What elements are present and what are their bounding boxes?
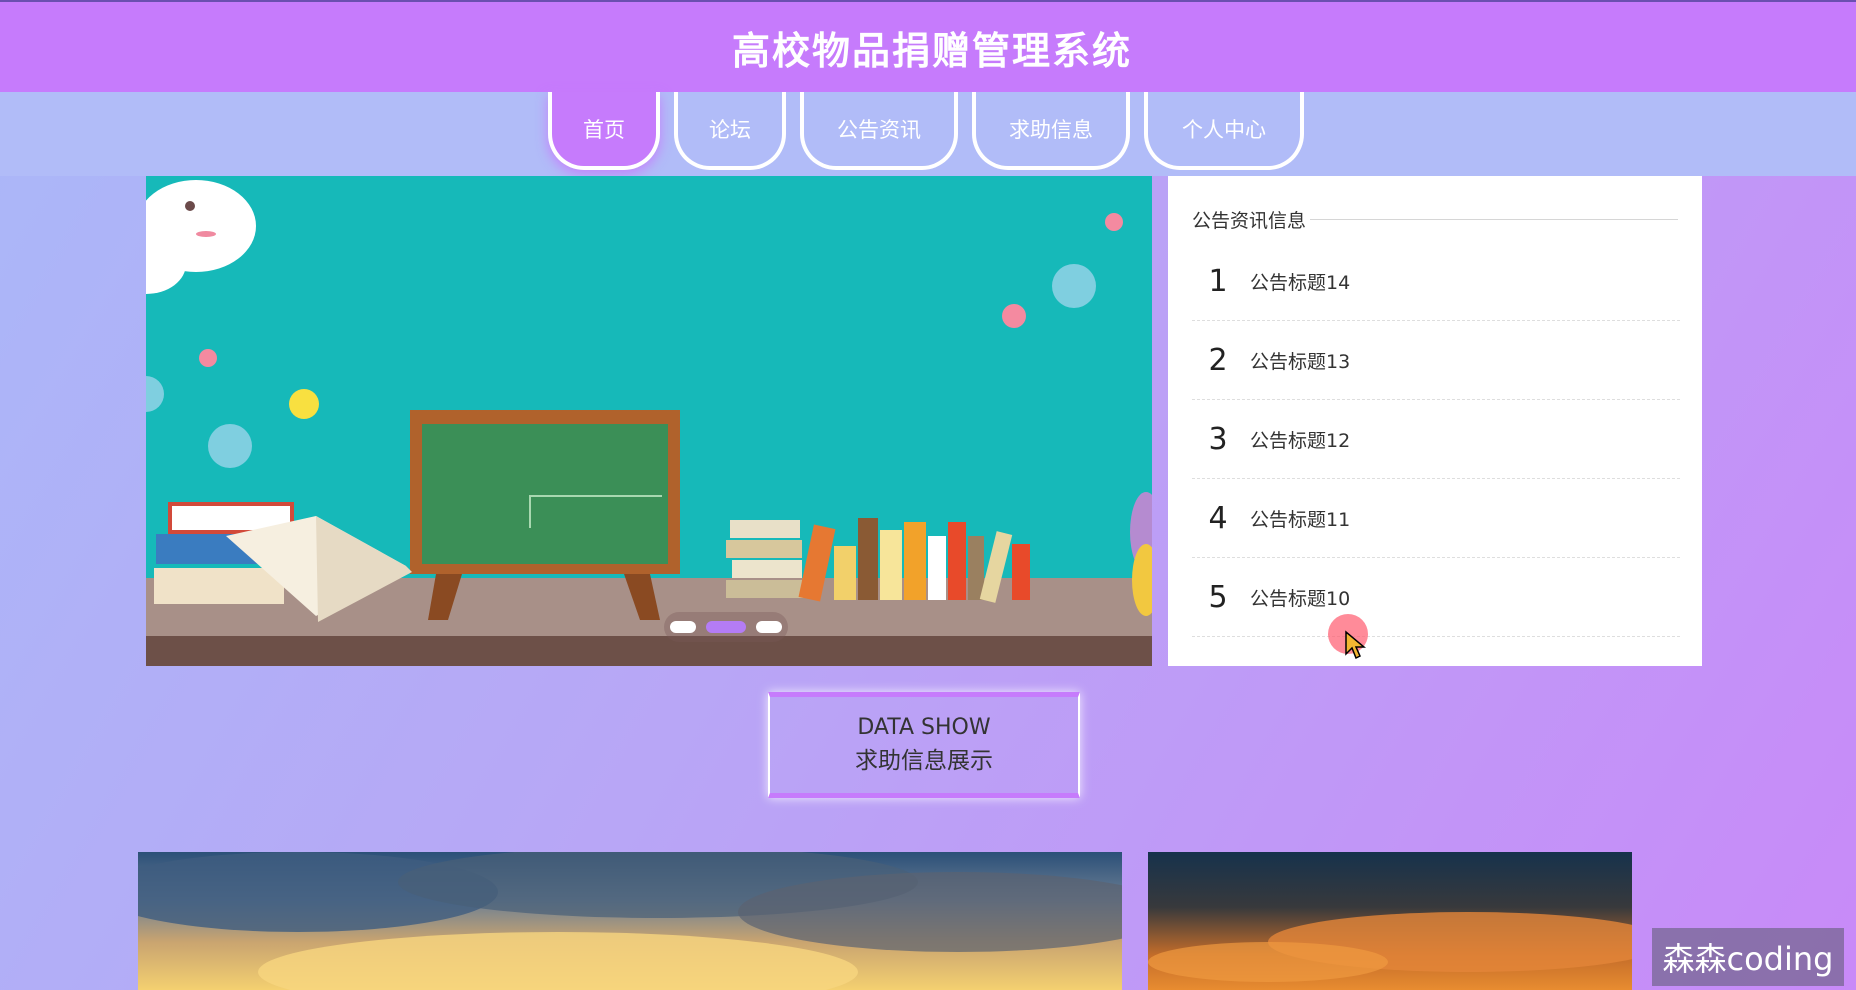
- announcement-header: 公告资讯信息: [1192, 206, 1678, 233]
- nav-item-forum[interactable]: 论坛: [674, 92, 786, 170]
- announcement-title[interactable]: 公告标题11: [1250, 505, 1350, 532]
- carousel-indicators: [664, 612, 788, 642]
- announcement-item[interactable]: 3 公告标题12: [1192, 400, 1680, 479]
- main-nav: 首页 论坛 公告资讯 求助信息 个人中心: [548, 92, 1318, 176]
- announcement-title[interactable]: 公告标题13: [1250, 347, 1350, 374]
- announcement-item[interactable]: 1 公告标题14: [1192, 242, 1680, 321]
- data-show-title: DATA SHOW: [857, 715, 991, 740]
- data-show-subtitle: 求助信息展示: [855, 748, 993, 774]
- announcement-rank: 3: [1208, 421, 1228, 457]
- evening-sky-image: [1148, 912, 1632, 982]
- nav-item-home[interactable]: 首页: [548, 92, 660, 170]
- announcement-list: 1 公告标题14 2 公告标题13 3 公告标题12 4 公告标题11 5 公告…: [1192, 242, 1680, 637]
- nav-item-announcements[interactable]: 公告资讯: [800, 92, 958, 170]
- site-title: 高校物品捐赠管理系统: [731, 28, 1132, 73]
- nav-item-personal-center[interactable]: 个人中心: [1144, 92, 1304, 170]
- help-request-card-image[interactable]: [1148, 852, 1632, 990]
- announcement-rank: 5: [1208, 579, 1228, 615]
- site-header: 高校物品捐赠管理系统: [0, 0, 1856, 92]
- carousel-dot[interactable]: [670, 621, 696, 633]
- announcement-title[interactable]: 公告标题12: [1250, 426, 1350, 453]
- sunset-sky-image: [138, 852, 1122, 990]
- announcement-title[interactable]: 公告标题14: [1250, 268, 1350, 295]
- announcement-panel-title: 公告资讯信息: [1192, 210, 1307, 232]
- video-watermark: 森森coding: [1652, 928, 1844, 986]
- announcement-rank: 4: [1208, 500, 1228, 536]
- header-divider: [1310, 219, 1678, 220]
- banner-carousel[interactable]: [146, 176, 1152, 666]
- carousel-dot[interactable]: [756, 621, 782, 633]
- data-show-heading: DATA SHOW 求助信息展示: [768, 692, 1080, 798]
- help-request-card-image[interactable]: [138, 852, 1122, 990]
- announcement-rank: 1: [1208, 263, 1228, 299]
- announcement-item[interactable]: 2 公告标题13: [1192, 321, 1680, 400]
- nav-item-help-requests[interactable]: 求助信息: [972, 92, 1130, 170]
- mouse-cursor-icon: [1345, 630, 1366, 660]
- announcement-panel: 公告资讯信息 1 公告标题14 2 公告标题13 3 公告标题12 4 公告标题…: [1168, 176, 1702, 666]
- announcement-rank: 2: [1208, 342, 1228, 378]
- carousel-dot-active[interactable]: [706, 621, 746, 633]
- announcement-title[interactable]: 公告标题10: [1250, 584, 1350, 611]
- banner-illustration: [146, 176, 1152, 666]
- announcement-item[interactable]: 5 公告标题10: [1192, 558, 1680, 637]
- announcement-item[interactable]: 4 公告标题11: [1192, 479, 1680, 558]
